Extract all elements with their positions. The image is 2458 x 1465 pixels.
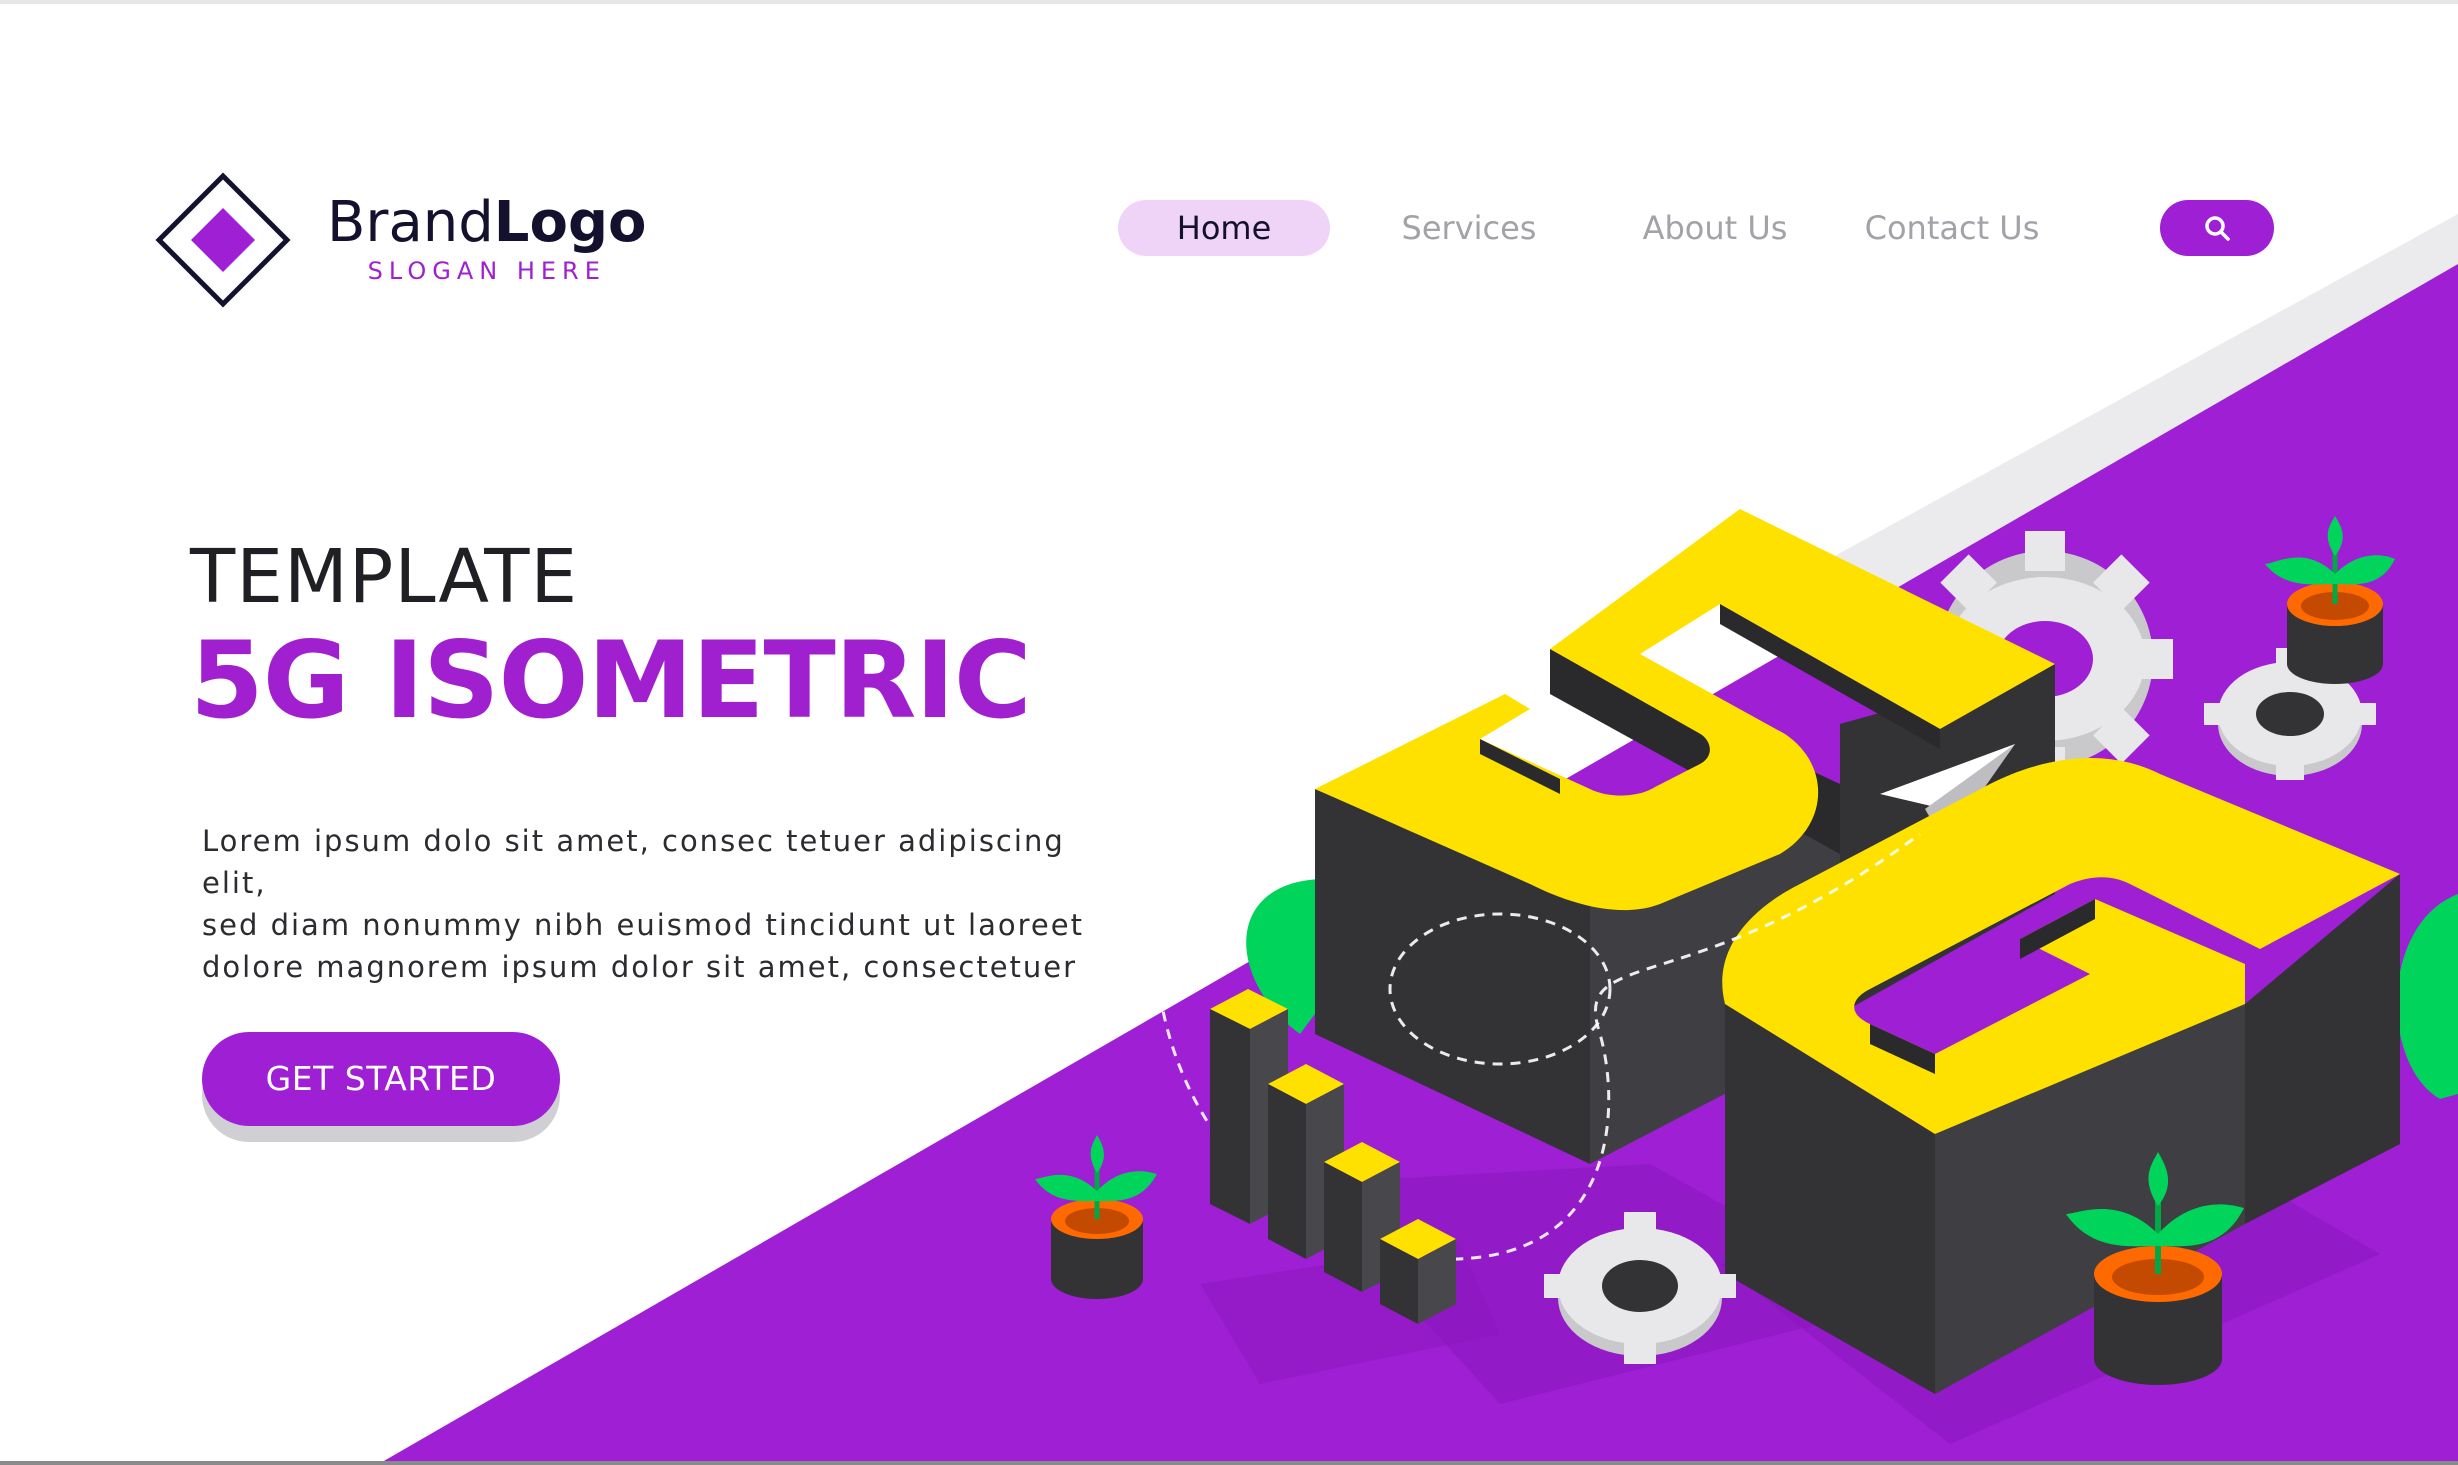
search-button[interactable] (2160, 200, 2274, 256)
hero-description: Lorem ipsum dolo sit amet, consec tetuer… (202, 820, 1102, 988)
nav-contact-us[interactable]: Contact Us (1860, 200, 2044, 256)
hero-description-line: sed diam nonummy nibh euismod tincidunt … (202, 908, 1084, 942)
hero-subtitle: TEMPLATE (190, 534, 579, 620)
landing-page: BrandLogo SLOGAN HERE Home Services Abou… (0, 0, 2458, 1465)
diamond-logo-icon (155, 172, 291, 308)
brand-logo[interactable]: BrandLogo SLOGAN HERE (155, 172, 647, 308)
hero-description-line: Lorem ipsum dolo sit amet, consec tetuer… (202, 824, 1065, 900)
main-nav: Home Services About Us Contact Us (1118, 200, 2044, 256)
nav-home[interactable]: Home (1118, 200, 1330, 256)
brand-name-part1: Brand (327, 190, 494, 255)
hero-description-line: dolore magnorem ipsum dolor sit amet, co… (202, 950, 1078, 984)
brand-slogan: SLOGAN HERE (367, 257, 606, 285)
brand-name: BrandLogo (327, 195, 647, 251)
brand-text: BrandLogo SLOGAN HERE (327, 195, 647, 286)
brand-name-part2: Logo (493, 190, 647, 255)
search-icon (2205, 216, 2230, 241)
nav-about-us[interactable]: About Us (1640, 200, 1790, 256)
hero-title: 5G ISOMETRIC (190, 619, 1032, 742)
nav-services[interactable]: Services (1394, 200, 1544, 256)
get-started-button[interactable]: GET STARTED (202, 1032, 560, 1126)
